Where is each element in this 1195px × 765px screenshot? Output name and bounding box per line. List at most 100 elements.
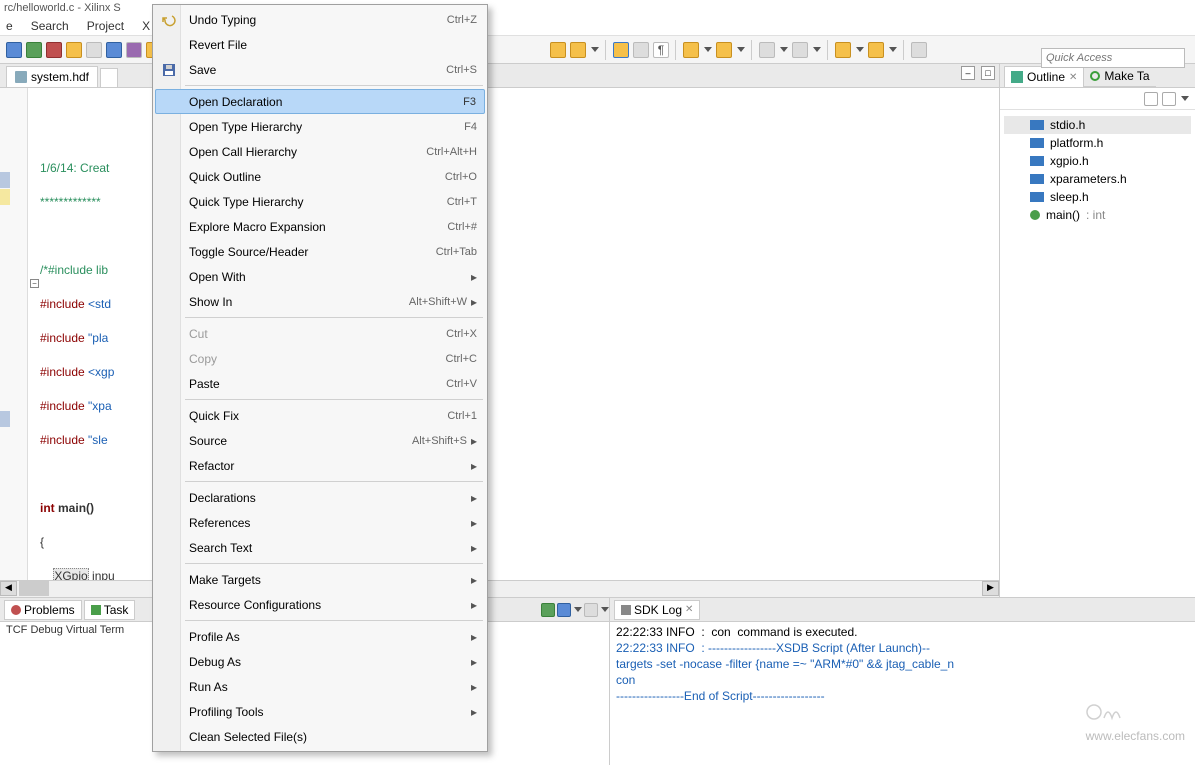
tool-icon[interactable] [106, 42, 122, 58]
annotation-next-icon[interactable] [792, 42, 808, 58]
menu-item-make-targets[interactable]: Make Targets▸ [155, 567, 485, 592]
highlight-icon[interactable] [613, 42, 629, 58]
code-text: #include [40, 365, 85, 379]
menu-item-search[interactable]: Search [31, 19, 69, 33]
menu-item-run-as[interactable]: Run As▸ [155, 674, 485, 699]
close-icon[interactable]: ✕ [1069, 72, 1077, 83]
menu-item-quick-outline[interactable]: Quick OutlineCtrl+O [155, 164, 485, 189]
build-icon[interactable] [66, 42, 82, 58]
chevron-right-icon: ▸ [467, 680, 477, 694]
maximize-icon[interactable]: □ [981, 66, 995, 80]
tab-problems[interactable]: Problems [4, 600, 82, 620]
menu-item-open-with[interactable]: Open With▸ [155, 264, 485, 289]
code-editor[interactable]: − 1/6/14: Creat ************* /*#include… [0, 88, 999, 580]
annotation-prev-icon[interactable] [759, 42, 775, 58]
menu-item-open-call-hierarchy[interactable]: Open Call HierarchyCtrl+Alt+H [155, 139, 485, 164]
menu-item-quick-type-hierarchy[interactable]: Quick Type HierarchyCtrl+T [155, 189, 485, 214]
tab-outline[interactable]: Outline ✕ [1004, 66, 1084, 87]
menu-item-paste[interactable]: PasteCtrl+V [155, 371, 485, 396]
stop-icon[interactable] [46, 42, 62, 58]
outline-item-main[interactable]: main(): int [1004, 206, 1191, 224]
menu-item-references[interactable]: References▸ [155, 510, 485, 535]
separator [903, 40, 905, 60]
sort-icon[interactable] [1162, 92, 1176, 106]
menu-item-label: Explore Macro Expansion [189, 220, 447, 234]
tool-icon[interactable] [126, 42, 142, 58]
menu-item-toggle-source-header[interactable]: Toggle Source/HeaderCtrl+Tab [155, 239, 485, 264]
menu-item-source[interactable]: SourceAlt+Shift+S▸ [155, 428, 485, 453]
scroll-right-icon[interactable]: ▶ [982, 581, 999, 596]
monitor-icon[interactable] [557, 603, 571, 617]
tool-icon[interactable] [584, 603, 598, 617]
minimize-icon[interactable]: – [961, 66, 975, 80]
menu-item-debug-as[interactable]: Debug As▸ [155, 649, 485, 674]
menu-item-project[interactable]: Project [87, 19, 124, 33]
tab-make-targets[interactable]: Make Ta [1084, 66, 1155, 87]
log-output[interactable]: 22:22:33 INFO : con command is executed.… [610, 622, 1195, 765]
menu-item-profile-as[interactable]: Profile As▸ [155, 624, 485, 649]
menu-item-open-type-hierarchy[interactable]: Open Type HierarchyF4 [155, 114, 485, 139]
menu-item[interactable]: e [6, 19, 13, 33]
editor-tab[interactable] [100, 68, 118, 87]
editor-tab-system-hdf[interactable]: system.hdf [6, 66, 98, 87]
menu-item-explore-macro-expansion[interactable]: Explore Macro ExpansionCtrl+# [155, 214, 485, 239]
close-icon[interactable]: ✕ [685, 604, 693, 615]
scroll-left-icon[interactable]: ◀ [0, 581, 17, 596]
quick-access-input[interactable] [1041, 48, 1185, 68]
menu-item-resource-configurations[interactable]: Resource Configurations▸ [155, 592, 485, 617]
tab-sdk-log[interactable]: SDK Log ✕ [614, 600, 700, 620]
scroll-thumb[interactable] [19, 581, 49, 596]
chevron-down-icon[interactable] [737, 47, 745, 52]
menu-item-save[interactable]: SaveCtrl+S [155, 57, 485, 82]
menu-item-show-in[interactable]: Show InAlt+Shift+W▸ [155, 289, 485, 314]
code-text: ************* [40, 195, 101, 209]
chevron-down-icon[interactable] [704, 47, 712, 52]
nav-fwd-icon[interactable] [716, 42, 732, 58]
run-icon[interactable] [26, 42, 42, 58]
menu-item[interactable]: X [142, 19, 150, 33]
folder-open-icon[interactable] [550, 42, 566, 58]
menu-item-revert-file[interactable]: Revert File [155, 32, 485, 57]
outline-item-sleep[interactable]: sleep.h [1004, 188, 1191, 206]
menu-item-open-declaration[interactable]: Open DeclarationF3 [155, 89, 485, 114]
menu-item-quick-fix[interactable]: Quick FixCtrl+1 [155, 403, 485, 428]
menu-item-label: Quick Type Hierarchy [189, 195, 447, 209]
box-icon[interactable] [86, 42, 102, 58]
menu-item-declarations[interactable]: Declarations▸ [155, 485, 485, 510]
block-icon[interactable] [633, 42, 649, 58]
outline-item-stdio[interactable]: stdio.h [1004, 116, 1191, 134]
outline-tree[interactable]: stdio.h platform.h xgpio.h xparameters.h… [1000, 110, 1195, 597]
menu-item-profiling-tools[interactable]: Profiling Tools▸ [155, 699, 485, 724]
horizontal-scrollbar[interactable]: ◀ ▶ [0, 580, 999, 597]
outline-item-platform[interactable]: platform.h [1004, 134, 1191, 152]
nav-back-icon[interactable] [683, 42, 699, 58]
log-icon [621, 605, 631, 615]
brush-icon[interactable] [570, 42, 586, 58]
tab-tasks[interactable]: Task [84, 600, 136, 620]
chevron-down-icon[interactable] [856, 47, 864, 52]
chevron-right-icon: ▸ [467, 459, 477, 473]
menu-item-clean-selected-file-s[interactable]: Clean Selected File(s) [155, 724, 485, 749]
forward-icon[interactable] [868, 42, 884, 58]
outline-item-xgpio[interactable]: xgpio.h [1004, 152, 1191, 170]
chevron-down-icon[interactable] [889, 47, 897, 52]
outline-item-xparameters[interactable]: xparameters.h [1004, 170, 1191, 188]
filter-icon[interactable] [1144, 92, 1158, 106]
chevron-down-icon[interactable] [1181, 96, 1189, 101]
menu-item-search-text[interactable]: Search Text▸ [155, 535, 485, 560]
chevron-down-icon[interactable] [591, 47, 599, 52]
pilcrow-icon[interactable]: ¶ [653, 42, 669, 58]
new-icon[interactable] [6, 42, 22, 58]
problems-icon [11, 605, 21, 615]
tool-icon[interactable] [541, 603, 555, 617]
fold-collapse-icon[interactable]: − [30, 279, 39, 288]
chevron-down-icon[interactable] [601, 607, 609, 612]
back-icon[interactable] [835, 42, 851, 58]
menu-item-label: Open Type Hierarchy [189, 120, 464, 134]
chevron-down-icon[interactable] [574, 607, 582, 612]
pin-icon[interactable] [911, 42, 927, 58]
chevron-down-icon[interactable] [780, 47, 788, 52]
chevron-down-icon[interactable] [813, 47, 821, 52]
menu-item-refactor[interactable]: Refactor▸ [155, 453, 485, 478]
menu-item-undo-typing[interactable]: Undo TypingCtrl+Z [155, 7, 485, 32]
